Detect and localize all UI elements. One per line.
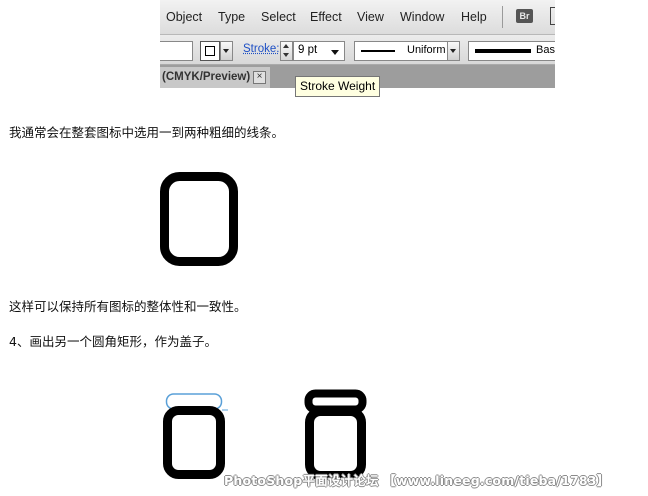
menu-view[interactable]: View <box>357 10 384 24</box>
paragraph-1: 我通常会在整套图标中选用一到两种粗细的线条。 <box>9 125 285 140</box>
document-tab-label: (CMYK/Preview) <box>162 71 251 83</box>
menu-effect[interactable]: Effect <box>310 10 342 24</box>
spinner-down-icon[interactable] <box>283 53 289 57</box>
fill-swatch[interactable] <box>160 41 193 61</box>
stroke-swatch-icon <box>205 46 215 56</box>
spinner-up-icon[interactable] <box>283 44 289 48</box>
profile-label: Uniform <box>407 44 446 56</box>
illustrator-screenshot: Object Type Select Effect View Window He… <box>160 0 555 88</box>
menu-separator <box>502 6 503 28</box>
tooltip-stroke-weight: Stroke Weight <box>295 76 381 97</box>
stroke-weight-value: 9 pt <box>298 44 318 56</box>
stroke-swatch[interactable] <box>200 41 220 61</box>
arrange-documents-icon[interactable] <box>550 7 555 25</box>
menu-bar: Object Type Select Effect View Window He… <box>160 0 555 35</box>
document-tab[interactable]: (CMYK/Preview) × <box>160 67 270 88</box>
control-bar: Stroke: 9 pt Uniform Basic <box>160 35 555 65</box>
stroke-weight-spinner[interactable] <box>280 41 293 61</box>
paragraph-3: 4、画出另一个圆角矩形，作为盖子。 <box>9 334 217 349</box>
stroke-weight-field[interactable]: 9 pt <box>293 41 345 61</box>
menu-window[interactable]: Window <box>400 10 444 24</box>
menu-select[interactable]: Select <box>261 10 296 24</box>
bridge-icon[interactable]: Br <box>516 9 533 23</box>
variable-width-profile[interactable]: Uniform <box>354 41 448 61</box>
paragraph-2: 这样可以保持所有图标的整体性和一致性。 <box>9 299 247 314</box>
rounded-rect-shape <box>160 172 238 266</box>
menu-type[interactable]: Type <box>218 10 245 24</box>
jar-lid-step-illustration <box>163 393 228 479</box>
stroke-panel-link[interactable]: Stroke: <box>243 43 279 55</box>
jar-with-lid-illustration <box>304 389 367 480</box>
close-icon[interactable]: × <box>253 71 266 84</box>
chevron-down-icon[interactable] <box>331 50 339 55</box>
brush-label: Basic <box>536 44 555 56</box>
stroke-color-dropdown[interactable] <box>220 41 233 61</box>
menu-help[interactable]: Help <box>461 10 487 24</box>
jar-body-illustration <box>160 172 238 266</box>
brush-line-icon <box>475 49 531 53</box>
profile-line-icon <box>361 50 395 52</box>
jar-body-shape <box>163 406 225 479</box>
brush-definition[interactable]: Basic <box>468 41 555 61</box>
watermark: PhotoShop平面设计论坛 【www.lineeg.com/tieba/17… <box>224 473 610 488</box>
jar-body-shape-2 <box>305 407 366 480</box>
menu-object[interactable]: Object <box>166 10 202 24</box>
profile-dropdown[interactable] <box>447 41 460 61</box>
